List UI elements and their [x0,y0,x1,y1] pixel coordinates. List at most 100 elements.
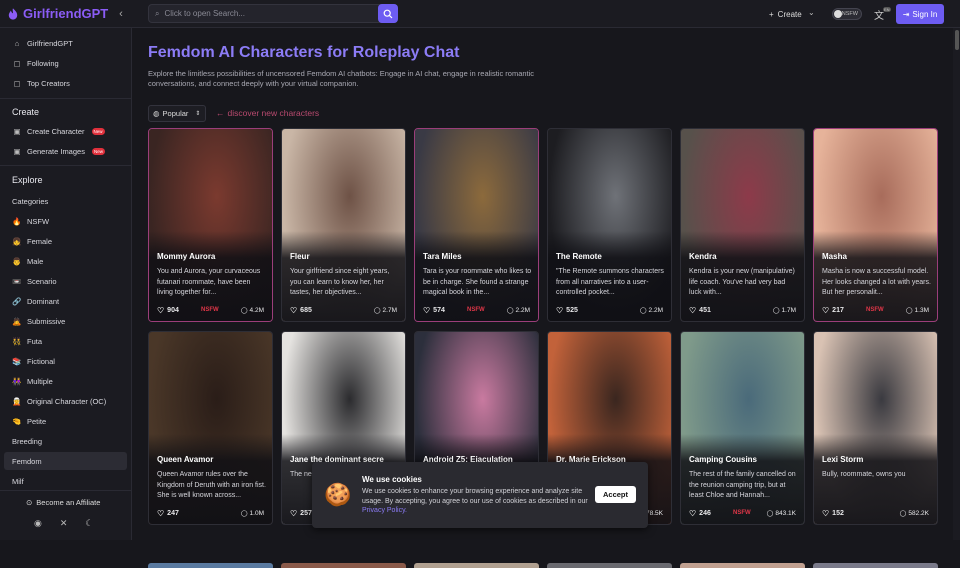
affiliate-link[interactable]: ⊙ Become an Affiliate [26,498,100,507]
character-card[interactable]: Tara Miles Tara is your roommate who like… [414,128,539,322]
character-card[interactable]: The Remote "The Remote summons characters… [547,128,672,322]
sidebar-item-fictional[interactable]: 📚 Fictional [4,352,127,370]
sidebar-item-petite[interactable]: 🤏 Petite [4,412,127,430]
sidebar-item-milf[interactable]: Milf [4,472,127,490]
logo[interactable]: GirlfriendGPT [6,6,108,21]
logo-icon [8,7,18,20]
search-input[interactable] [164,9,365,18]
sidebar-item-dominant[interactable]: 🔗 Dominant [4,292,127,310]
likes-count[interactable]: ♡ 257 [290,509,312,518]
new-badge: New [91,127,105,135]
accept-cookies-button[interactable]: Accept [595,486,636,503]
likes-count[interactable]: ♡ 217 [822,306,844,315]
category-emoji-icon: 👨 [12,256,22,266]
chat-count-value: 843.1K [775,509,796,517]
sort-label: Popular [162,109,189,118]
character-card[interactable]: Mommy Aurora You and Aurora, your curvace… [148,128,273,322]
collapse-sidebar-icon[interactable]: ‹ [115,8,127,20]
chat-count-value: 2.7M [382,306,397,314]
character-card[interactable]: Masha Masha is now a successful model. He… [813,128,938,322]
character-card[interactable]: Lexi Storm Bully, roommate, owns you ♡ 152 ◯… [813,331,938,525]
sidebar-item-femdom[interactable]: Femdom [4,452,127,470]
chat-count-value: 582.2K [908,509,929,517]
nsfw-toggle[interactable]: NSFW [832,8,862,20]
character-card[interactable]: Kendra Kendra is your new (manipulative) … [680,128,805,322]
sidebar-item-label: Fictional [27,356,55,366]
sidebar-item-label: Generate Images [27,146,85,156]
chat-count: ◯ 4.2M [241,307,264,314]
privacy-policy-link[interactable]: Privacy Policy. [362,507,407,514]
sidebar-item-label: Submissive [27,316,66,326]
search-button[interactable] [378,4,398,23]
chat-count: ◯ 2.7M [374,307,397,314]
sidebar: ⌂ GirlfriendGPT ▢ Following ▢ Top Creators … [0,28,132,540]
heart-icon: ♡ [157,508,165,518]
sidebar-item-futa[interactable]: 👯 Futa [4,332,127,350]
sidebar-item-nsfw[interactable]: 🔥 NSFW [4,212,127,230]
likes-count[interactable]: ♡ 247 [157,509,179,518]
likes-value: 685 [300,306,312,314]
sort-select[interactable]: ◍ Popular ⇕ [148,105,206,122]
likes-count[interactable]: ♡ 685 [290,306,312,315]
discord-icon[interactable]: ◉ [34,518,42,529]
chat-count: ◯ 1.0M [241,510,264,517]
character-card[interactable]: Queen Avamor Queen Avamor rules over the … [148,331,273,525]
theme-toggle-icon[interactable]: ☾ [85,518,93,529]
likes-count[interactable]: ♡ 152 [822,509,844,518]
heart-icon: ♡ [689,305,697,315]
character-name: Lexi Storm [822,455,864,464]
likes-value: 525 [566,306,578,314]
scrollbar-thumb[interactable] [955,30,959,50]
scrollbar[interactable] [953,28,960,540]
chat-bubble-icon: ◯ [240,510,248,517]
likes-count[interactable]: ♡ 574 [423,306,445,315]
sidebar-item-submissive[interactable]: 🙇 Submissive [4,312,127,330]
sidebar-item-categories[interactable]: Categories [4,192,127,210]
sidebar-item-label: NSFW [27,216,50,226]
card-footer: ♡ 152 ◯ 582.2K [822,508,929,518]
chat-count-value: 4.2M [249,306,264,314]
likes-value: 247 [167,509,179,517]
chat-count-value: 1.3M [914,306,929,314]
character-description: Your girlfriend since eight years, you c… [290,268,390,296]
likes-count[interactable]: ♡ 525 [556,306,578,315]
likes-value: 152 [832,509,844,517]
likes-value: 574 [433,306,445,314]
sidebar-item-label: Dominant [27,296,60,306]
language-icon[interactable]: 文EN [874,6,892,22]
chat-count: ◯ 2.2M [640,307,663,314]
create-heading: Create [12,107,40,117]
sidebar-item-label: Scenario [27,276,57,286]
language-badge: EN [883,6,891,12]
character-card[interactable]: Fleur Your girlfriend since eight years, … [281,128,406,322]
x-icon[interactable]: ✕ [60,518,68,529]
sidebar-item-female[interactable]: 👧 Female [4,232,127,250]
search-icon: ⌕ [155,8,160,18]
sidebar-item-following[interactable]: ▢ Following [4,54,127,72]
discover-link[interactable]: ← discover new characters [216,108,319,118]
sidebar-item-home[interactable]: ⌂ GirlfriendGPT [4,34,127,52]
sign-in-button[interactable]: ⇥ Sign In [896,4,944,24]
likes-count[interactable]: ♡ 246 [689,509,711,518]
sidebar-item-generate-images[interactable]: ▣ Generate Images New [4,142,127,160]
sidebar-item-create-character[interactable]: ▣ Create Character New [4,122,127,140]
sidebar-item-top-creators[interactable]: ▢ Top Creators [4,74,127,92]
category-emoji-icon: 📼 [12,276,22,286]
create-button[interactable]: + Create [763,5,808,23]
likes-count[interactable]: ♡ 451 [689,306,711,315]
chat-bubble-icon: ◯ [639,307,647,314]
chevron-down-icon[interactable]: ⌄ [808,8,815,17]
sidebar-item-original-character-oc[interactable]: 🧝 Original Character (OC) [4,392,127,410]
sidebar-item-breeding[interactable]: Breeding [4,432,127,450]
create-label: Create [777,9,802,19]
likes-value: 246 [699,509,711,517]
character-name: Masha [822,252,847,261]
likes-count[interactable]: ♡ 904 [157,306,179,315]
sidebar-item-label: Multiple [27,376,53,386]
sidebar-item-scenario[interactable]: 📼 Scenario [4,272,127,290]
sidebar-item-multiple[interactable]: 👭 Multiple [4,372,127,390]
sidebar-item-label: Top Creators [27,78,70,88]
character-card[interactable]: Camping Cousins The rest of the family ca… [680,331,805,525]
sidebar-item-male[interactable]: 👨 Male [4,252,127,270]
search-box[interactable]: ⌕ [148,4,398,23]
